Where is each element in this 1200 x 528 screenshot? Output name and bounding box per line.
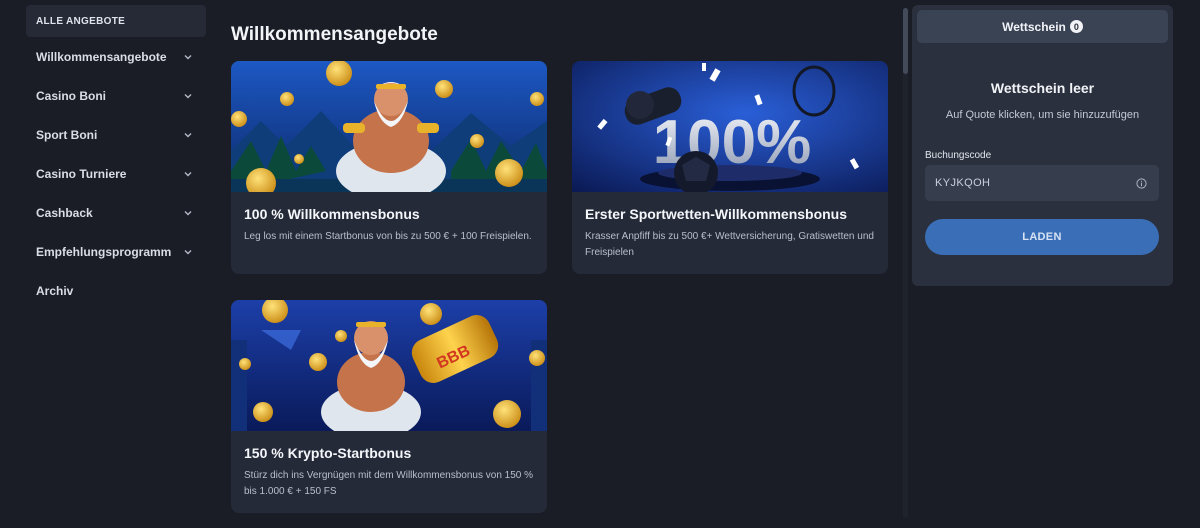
- booking-code-label: Buchungscode: [925, 150, 992, 161]
- offer-image: BBB: [231, 300, 547, 431]
- offer-description: Krasser Anpfiff bis zu 500 €+ Wettversic…: [585, 231, 874, 258]
- sidebar-item-referral-program[interactable]: Empfehlungsprogramm: [26, 232, 206, 271]
- sidebar-item-label: Cashback: [36, 205, 93, 220]
- sidebar: ALLE ANGEBOTE Willkommensangebote Casino…: [26, 5, 206, 310]
- offer-description: Leg los mit einem Startbonus von bis zu …: [244, 231, 532, 242]
- sidebar-item-label: Willkommensangebote: [36, 49, 167, 64]
- chevron-down-icon: [184, 170, 192, 178]
- chevron-down-icon: [184, 92, 192, 100]
- offer-title: 100 % Willkommensbonus: [244, 206, 420, 222]
- info-icon[interactable]: [1136, 177, 1147, 189]
- page: ALLE ANGEBOTE Willkommensangebote Casino…: [0, 0, 1200, 528]
- chevron-down-icon: [184, 248, 192, 256]
- sidebar-item-label: Archiv: [36, 283, 74, 298]
- offer-image: 100%: [572, 61, 888, 192]
- betslip-count-badge: 0: [1069, 20, 1083, 33]
- sidebar-item-casino-bonuses[interactable]: Casino Boni: [26, 76, 206, 115]
- booking-code-input[interactable]: KYJKQOH: [925, 165, 1159, 201]
- sidebar-item-archive[interactable]: Archiv: [26, 271, 206, 310]
- betslip-tab-label: Wettschein: [1002, 19, 1066, 34]
- load-button[interactable]: LADEN: [925, 219, 1159, 255]
- betslip-empty-subtitle: Auf Quote klicken, um sie hinzuzufügen: [945, 109, 1140, 121]
- sidebar-item-cashback[interactable]: Cashback: [26, 193, 206, 232]
- booking-code-value: KYJKQOH: [935, 177, 991, 189]
- offer-title: 150 % Krypto-Startbonus: [244, 445, 412, 461]
- scrollbar-thumb[interactable]: [903, 8, 908, 74]
- betslip-tab[interactable]: Wettschein 0: [917, 10, 1168, 43]
- chevron-down-icon: [184, 209, 192, 217]
- sidebar-item-label: Casino Turniere: [36, 166, 127, 181]
- offer-card-welcome-bonus[interactable]: 100 % Willkommensbonus Leg los mit einem…: [231, 61, 547, 274]
- sidebar-item-all-offers[interactable]: ALLE ANGEBOTE: [26, 5, 206, 37]
- sidebar-item-label: Casino Boni: [36, 88, 107, 103]
- page-title: Willkommensangebote: [231, 24, 438, 45]
- offer-image: [231, 61, 547, 192]
- sidebar-item-label: ALLE ANGEBOTE: [36, 15, 126, 27]
- sidebar-item-casino-tournaments[interactable]: Casino Turniere: [26, 154, 206, 193]
- sidebar-item-sport-bonuses[interactable]: Sport Boni: [26, 115, 206, 154]
- sidebar-item-label: Empfehlungsprogramm: [36, 244, 172, 259]
- offer-card-sports-welcome[interactable]: 100% Erster Sportwetten-Willkommensbonus…: [572, 61, 888, 274]
- sidebar-item-welcome-offers[interactable]: Willkommensangebote: [26, 37, 206, 76]
- sidebar-item-label: Sport Boni: [36, 127, 98, 142]
- offer-card-crypto-bonus[interactable]: BBB 150 % Krypto-Startbonus Stürz dich i…: [231, 300, 547, 513]
- chevron-down-icon: [184, 53, 192, 61]
- offer-title: Erster Sportwetten-Willkommensbonus: [585, 206, 848, 222]
- scrollbar-track[interactable]: [903, 8, 908, 518]
- offer-description: Stürz dich ins Vergnügen mit dem Willkom…: [244, 470, 534, 497]
- chevron-down-icon: [184, 131, 192, 139]
- betslip-empty-title: Wettschein leer: [990, 80, 1095, 96]
- betslip-panel: Wettschein 0 Wettschein leer Auf Quote k…: [912, 5, 1173, 286]
